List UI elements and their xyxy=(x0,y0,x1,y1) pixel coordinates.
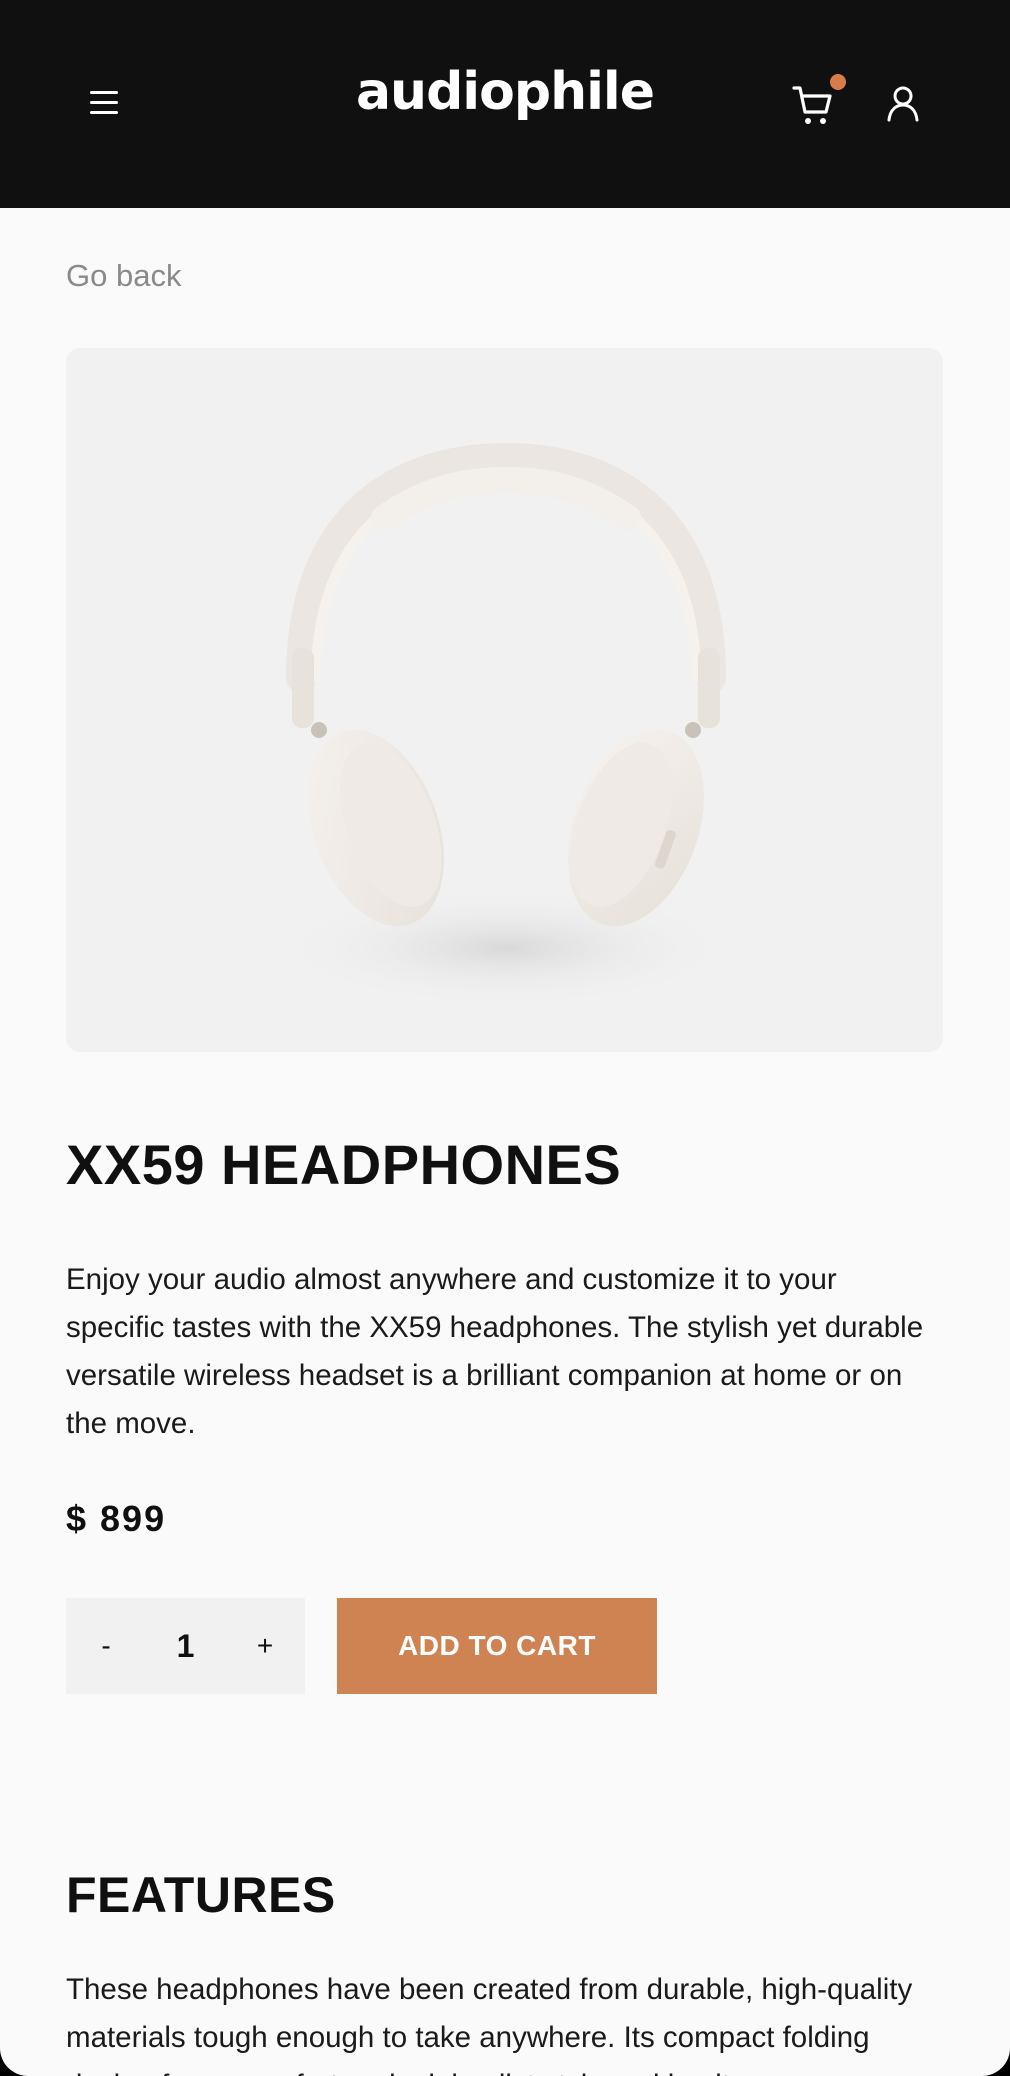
shopping-cart-icon[interactable] xyxy=(790,82,840,128)
features-heading: FEATURES xyxy=(66,1867,336,1923)
cart-badge xyxy=(830,74,846,90)
headphones-illustration xyxy=(276,442,736,1008)
go-back-link[interactable]: Go back xyxy=(66,258,181,294)
quantity-increment-button[interactable]: + xyxy=(225,1598,305,1694)
product-title: XX59 HEADPHONES xyxy=(66,1133,622,1196)
quantity-stepper: - 1 + xyxy=(66,1598,305,1694)
user-icon[interactable] xyxy=(884,84,924,124)
product-page: audiophile Go back XX59 HEADPHONES Enjoy… xyxy=(0,0,1010,2076)
quantity-decrement-button[interactable]: - xyxy=(66,1598,146,1694)
site-header: audiophile xyxy=(0,0,1010,208)
site-logo[interactable]: audiophile xyxy=(0,66,1010,118)
product-description: Enjoy your audio almost anywhere and cus… xyxy=(66,1263,924,1440)
quantity-value: 1 xyxy=(176,1628,195,1664)
add-to-cart-button[interactable]: ADD TO CART xyxy=(337,1598,657,1694)
features-text: These headphones have been created from … xyxy=(66,1973,913,2076)
product-price: $ 899 xyxy=(66,1498,167,1539)
product-image xyxy=(66,348,943,1052)
